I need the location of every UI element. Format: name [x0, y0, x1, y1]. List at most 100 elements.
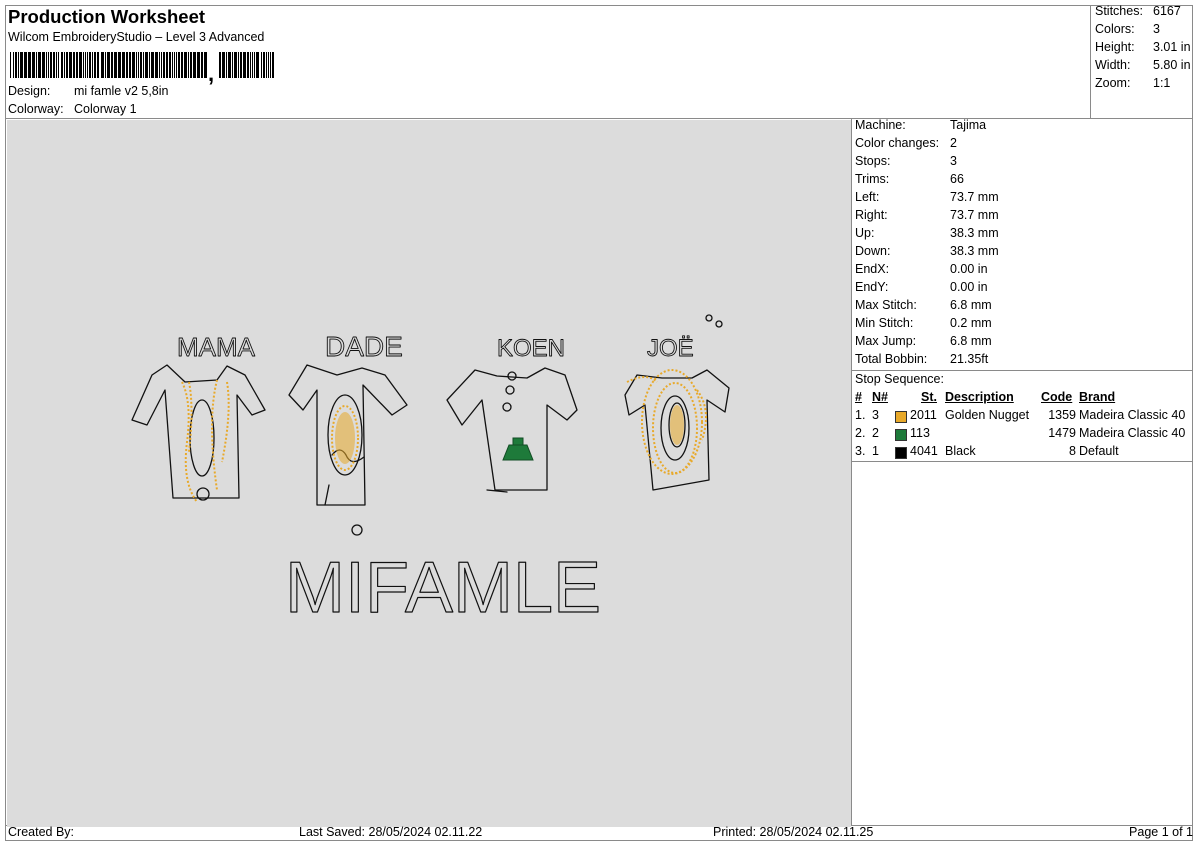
row-description: Black	[945, 444, 976, 458]
barcode-separator: ,	[208, 61, 215, 86]
stop-sequence-row: 1. 3 2011 Golden Nugget 1359 Madeira Classic …	[855, 408, 1193, 426]
barcode-bar	[69, 52, 72, 78]
barcode-bar	[261, 52, 262, 78]
machine-value: 66	[950, 172, 964, 186]
barcode-bar	[138, 52, 139, 78]
name-joe: JOË	[647, 335, 694, 362]
barcode-bar	[66, 52, 68, 78]
barcode-bar	[252, 52, 253, 78]
machine-value: 38.3 mm	[950, 226, 999, 240]
row-num: 2.	[855, 426, 866, 440]
canvas-divider	[851, 118, 852, 825]
stat-label: Height:	[1095, 40, 1135, 54]
machine-label: Min Stitch:	[855, 316, 914, 330]
barcode-bar	[193, 52, 196, 78]
machine-value: 6.8 mm	[950, 298, 992, 312]
barcode-bar	[243, 52, 246, 78]
barcode-bar	[73, 52, 75, 78]
row-needle: 1	[872, 444, 879, 458]
machine-value: 3	[950, 154, 957, 168]
barcode-bar	[151, 52, 154, 78]
row-num: 3.	[855, 444, 866, 458]
row-needle: 3	[872, 408, 879, 422]
machine-value: 73.7 mm	[950, 190, 999, 204]
design-label: Design:	[8, 84, 51, 98]
machine-divider	[851, 370, 1193, 371]
name-koen: KOEN	[497, 335, 565, 362]
barcode-bar	[79, 52, 82, 78]
barcode-bar	[161, 52, 162, 78]
barcode-bar	[166, 52, 168, 78]
barcode-bar	[20, 52, 23, 78]
stat-value: 1:1	[1153, 76, 1171, 90]
col-n: N#	[872, 390, 888, 404]
barcode-bar	[36, 52, 37, 78]
software-name: Wilcom EmbroideryStudio – Level 3 Advanc…	[8, 30, 265, 44]
machine-label: EndY:	[855, 280, 889, 294]
colorway-row: Colorway: Colorway 1	[8, 100, 137, 118]
machine-label: Right:	[855, 208, 888, 222]
machine-label: Trims:	[855, 172, 890, 186]
name-dade: DADE	[325, 331, 403, 362]
barcode-bar	[87, 52, 88, 78]
barcode-bar	[105, 52, 106, 78]
barcode-bar	[238, 52, 239, 78]
barcode-bar	[219, 52, 221, 78]
machine-label: Down:	[855, 244, 891, 258]
stop-sequence-header: # N# St. Description Code Brand	[855, 390, 1193, 408]
barcode-bar	[111, 52, 113, 78]
machine-value: 2	[950, 136, 957, 150]
stat-width: Width: 5.80 in	[1095, 58, 1195, 76]
row-brand: Default	[1079, 444, 1119, 458]
barcode-bar	[266, 52, 267, 78]
barcode-bar	[64, 52, 65, 78]
machine-label: Max Stitch:	[855, 298, 917, 312]
machine-value: 0.2 mm	[950, 316, 992, 330]
printed-date: Printed: 28/05/2024 02.11.25	[713, 825, 874, 839]
barcode-bar	[126, 52, 128, 78]
barcode-bar	[163, 52, 165, 78]
machine-label: Left:	[855, 190, 880, 204]
machine-value: Tajima	[950, 118, 987, 132]
barcode-bar	[178, 52, 180, 78]
barcode-bar	[18, 52, 19, 78]
design-value: mi famle v2 5,8in	[74, 84, 169, 98]
row-num: 1.	[855, 408, 866, 422]
barcode-bar	[114, 52, 117, 78]
barcode-bar	[155, 52, 158, 78]
barcode-bar	[24, 52, 27, 78]
stat-value: 3.01 in	[1153, 40, 1191, 54]
stat-value: 6167	[1153, 4, 1181, 18]
barcode-bar	[172, 52, 173, 78]
barcode-bar	[247, 52, 249, 78]
stat-label: Width:	[1095, 58, 1131, 72]
colorway-value: Colorway 1	[74, 102, 137, 116]
barcode-bar	[181, 52, 183, 78]
stop-sequence-row: 3. 1 4041 Black 8 Default	[855, 444, 1193, 462]
barcode-bar	[232, 52, 233, 78]
barcode-bar	[46, 52, 47, 78]
barcode-bar	[85, 52, 86, 78]
col-num: #	[855, 390, 862, 404]
barcode-bar	[222, 52, 225, 78]
color-swatch	[895, 447, 907, 459]
shirt-mama	[131, 364, 266, 499]
col-code: Code	[1041, 390, 1073, 404]
page-number: Page 1 of 1	[1129, 825, 1193, 839]
barcode-bar	[50, 52, 52, 78]
barcode-bar	[184, 52, 187, 78]
row-stitches: 2011	[910, 408, 937, 422]
row-brand: Madeira Classic 40	[1079, 426, 1186, 440]
barcode-bar	[118, 52, 121, 78]
design-canvas[interactable]: MAMA DADE KOEN JOË MIFAMLE	[7, 120, 851, 827]
stat-label: Colors:	[1095, 22, 1135, 36]
barcode-bar	[263, 52, 265, 78]
machine-label: Color changes:	[855, 136, 940, 150]
barcode-bar	[143, 52, 144, 78]
barcode-bar	[250, 52, 251, 78]
barcode-bar	[234, 52, 237, 78]
barcode-bar	[268, 52, 269, 78]
row-brand: Madeira Classic 40	[1079, 408, 1186, 422]
barcode-bar	[32, 52, 35, 78]
col-description: Description	[945, 390, 1014, 404]
